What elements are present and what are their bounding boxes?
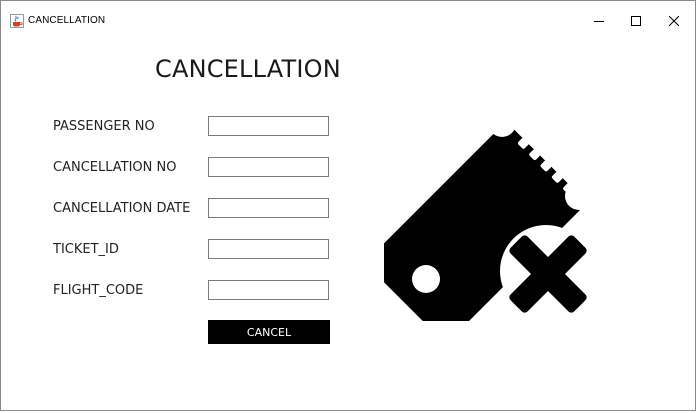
cancel-button[interactable]: CANCEL	[208, 320, 330, 344]
ticket-id-input[interactable]	[208, 239, 329, 259]
cancellation-date-label: CANCELLATION DATE	[53, 201, 191, 216]
close-icon	[669, 16, 679, 26]
passenger-no-label: PASSENGER NO	[53, 119, 155, 134]
minimize-icon	[594, 21, 604, 22]
close-button[interactable]	[657, 9, 691, 33]
cancellation-no-input[interactable]	[208, 157, 329, 177]
maximize-icon	[631, 16, 641, 26]
cancellation-date-input[interactable]	[208, 198, 329, 218]
maximize-button[interactable]	[619, 9, 653, 33]
minimize-button[interactable]	[582, 9, 616, 33]
flight-code-input[interactable]	[208, 280, 329, 300]
application-window: CANCELLATION CANCELLATION PASSENGER NO C…	[0, 0, 696, 411]
window-title: CANCELLATION	[28, 15, 106, 26]
ticket-cancel-icon	[384, 125, 587, 321]
java-cup-icon	[10, 14, 24, 28]
flight-code-label: FLIGHT_CODE	[53, 283, 144, 298]
page-title: CANCELLATION	[155, 55, 341, 83]
passenger-no-input[interactable]	[208, 116, 329, 136]
ticket-id-label: TICKET_ID	[53, 242, 119, 257]
title-bar[interactable]: CANCELLATION	[1, 1, 695, 37]
cancellation-no-label: CANCELLATION NO	[53, 160, 177, 175]
